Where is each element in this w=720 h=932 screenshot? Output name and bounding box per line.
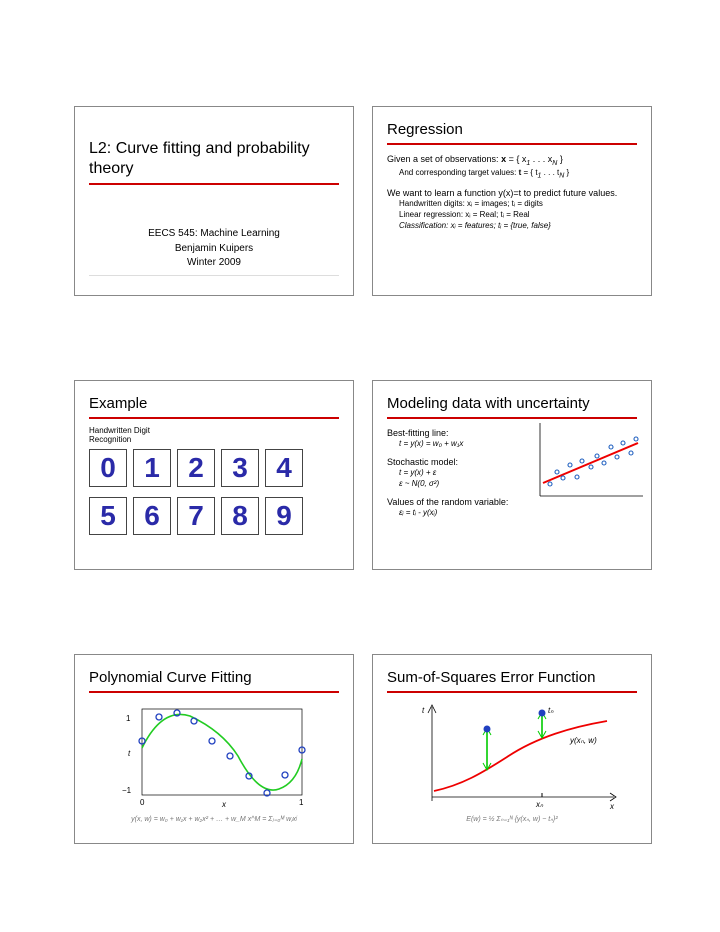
slide-4: Modeling data with uncertainty Best-fitt… xyxy=(372,380,652,570)
stoch-eq-b: ε ~ N(0, σ²) xyxy=(399,479,527,490)
digits-caption: Handwritten Digit Recognition xyxy=(89,427,179,445)
digit-cell: 6 xyxy=(133,497,171,535)
xtick-1: 1 xyxy=(299,798,304,807)
slide-title: L2: Curve fitting and probability theory xyxy=(89,121,339,185)
slide-deck-page: L2: Curve fitting and probability theory… xyxy=(0,0,720,932)
ytick-1: 1 xyxy=(126,714,131,723)
scatter-line-chart xyxy=(535,421,645,501)
poly-equation: y(x, w) = w₀ + w₁x + w₂x² + … + w_M x^M … xyxy=(89,815,339,823)
slide-body: Given a set of observations: x = { x1 . … xyxy=(387,153,637,232)
digit-cell: 8 xyxy=(221,497,259,535)
bullet-2: Linear regression: xᵢ = Real; tᵢ = Real xyxy=(399,210,637,221)
best-fit-label: Best-fitting line: xyxy=(387,427,527,439)
slide-title: Modeling data with uncertainty xyxy=(387,395,637,419)
stoch-label: Stochastic model: xyxy=(387,456,527,468)
digit-cell: 7 xyxy=(177,497,215,535)
sine-fit-chart: 1 t −1 0 x 1 xyxy=(104,701,324,811)
digit-row-2: 5 6 7 8 9 xyxy=(89,497,339,535)
label-tn: tₙ xyxy=(548,706,554,715)
ylabel: t xyxy=(128,749,131,758)
slide-title: Polynomial Curve Fitting xyxy=(89,669,339,693)
digit-cell: 9 xyxy=(265,497,303,535)
slide-2: Regression Given a set of observations: … xyxy=(372,106,652,296)
slide-3: Example Handwritten Digit Recognition 0 … xyxy=(74,380,354,570)
bullet-3: Classification: xᵢ = features; tᵢ = {tru… xyxy=(399,221,637,232)
slide-body: Best-fitting line: t = y(x) = w₀ + w₁x S… xyxy=(387,427,527,519)
course-code: EECS 545: Machine Learning xyxy=(89,227,339,242)
xtick-0: 0 xyxy=(140,798,145,807)
slide-6: Sum-of-Squares Error Function t x tₙ y(x… xyxy=(372,654,652,844)
xlabel: x xyxy=(609,802,615,811)
course-term: Winter 2009 xyxy=(89,256,339,271)
rv-eq: εᵢ = tᵢ - y(xᵢ) xyxy=(399,508,527,519)
xlabel: x xyxy=(221,800,227,809)
sse-equation: E(w) = ½ Σₙ₌₁ᴺ {y(xₙ, w) − tₙ}² xyxy=(387,815,637,823)
obs-line: Given a set of observations: x = { x1 . … xyxy=(387,153,637,168)
stoch-eq-a: t = y(x) + ε xyxy=(399,468,527,479)
slide-1: L2: Curve fitting and probability theory… xyxy=(74,106,354,296)
digit-cell: 4 xyxy=(265,449,303,487)
label-y: y(xₙ, w) xyxy=(569,736,597,745)
digit-cell: 0 xyxy=(89,449,127,487)
best-fit-eq: t = y(x) = w₀ + w₁x xyxy=(399,439,527,450)
target-line: And corresponding target values: t = { t… xyxy=(399,168,637,181)
slide-title: Example xyxy=(89,395,339,419)
label-xn: xₙ xyxy=(535,800,544,809)
sse-chart: t x tₙ y(xₙ, w) xₙ xyxy=(402,701,622,811)
digit-cell: 3 xyxy=(221,449,259,487)
digit-cell: 5 xyxy=(89,497,127,535)
slide-5: Polynomial Curve Fitting 1 t −1 0 x 1 y(… xyxy=(74,654,354,844)
slide-title: Regression xyxy=(387,121,637,145)
course-author: Benjamin Kuipers xyxy=(89,242,339,257)
digit-cell: 1 xyxy=(133,449,171,487)
ylabel: t xyxy=(422,706,425,715)
course-block: EECS 545: Machine Learning Benjamin Kuip… xyxy=(89,193,339,276)
bullet-1: Handwritten digits: xᵢ = images; tᵢ = di… xyxy=(399,199,637,210)
predict-line: We want to learn a function y(x)=t to pr… xyxy=(387,187,637,199)
digit-row-1: 0 1 2 3 4 xyxy=(89,449,339,487)
rv-label: Values of the random variable: xyxy=(387,496,527,508)
slide-title: Sum-of-Squares Error Function xyxy=(387,669,637,693)
digit-cell: 2 xyxy=(177,449,215,487)
ytick-m1: −1 xyxy=(122,786,132,795)
